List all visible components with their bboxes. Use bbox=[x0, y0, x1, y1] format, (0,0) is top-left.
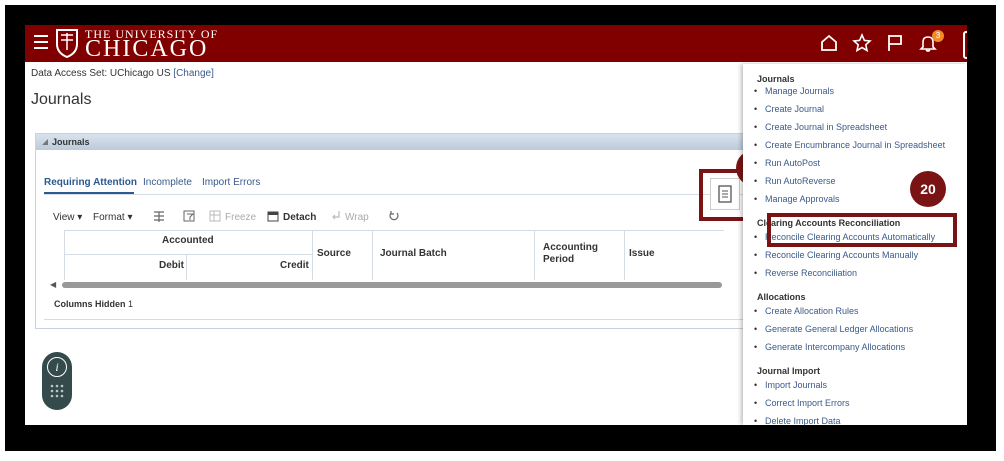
task-run-autopost[interactable]: Run AutoPost bbox=[754, 158, 820, 168]
wrap-button: Wrap bbox=[345, 212, 369, 223]
section-allocations: Allocations bbox=[757, 292, 806, 302]
detach-button[interactable]: Detach bbox=[283, 212, 316, 223]
data-access-set: Data Access Set: UChicago US [Change] bbox=[31, 68, 214, 79]
keypad-icon[interactable] bbox=[50, 384, 64, 398]
task-generate-gl-allocations[interactable]: Generate General Ledger Allocations bbox=[754, 324, 913, 334]
task-create-allocation-rules[interactable]: Create Allocation Rules bbox=[754, 306, 859, 316]
tab-import-errors[interactable]: Import Errors bbox=[202, 177, 260, 188]
grid-left-line bbox=[64, 230, 65, 280]
manage-approvals-highlight bbox=[767, 213, 957, 247]
batch-period-divider bbox=[534, 230, 535, 280]
step-20-callout: 20 bbox=[910, 171, 946, 207]
notification-count-badge: 3 bbox=[932, 30, 944, 42]
star-icon[interactable] bbox=[852, 33, 872, 53]
home-icon[interactable] bbox=[819, 33, 839, 53]
col-debit[interactable]: Debit bbox=[159, 260, 184, 271]
user-menu-button[interactable] bbox=[963, 31, 967, 59]
horizontal-scrollbar[interactable] bbox=[62, 282, 722, 288]
accounted-divider bbox=[64, 254, 312, 255]
view-menu[interactable]: View ▾ bbox=[53, 212, 82, 223]
wrap-icon bbox=[332, 211, 340, 220]
panel-header[interactable]: Journals bbox=[36, 134, 756, 150]
global-header: THE UNIVERSITY OF CHICAGO 3 bbox=[25, 25, 967, 62]
help-floating-button[interactable]: i bbox=[42, 352, 72, 410]
col-accounted: Accounted bbox=[162, 235, 214, 246]
section-journals: Journals bbox=[757, 74, 795, 84]
detach-icon[interactable] bbox=[267, 210, 279, 222]
task-reconcile-manual[interactable]: Reconcile Clearing Accounts Manually bbox=[754, 250, 918, 260]
refresh-icon[interactable] bbox=[388, 210, 400, 222]
task-delete-import-data[interactable]: Delete Import Data bbox=[754, 416, 840, 425]
format-menu[interactable]: Format ▾ bbox=[93, 212, 132, 223]
flag-icon[interactable] bbox=[885, 33, 905, 53]
freeze-button: Freeze bbox=[225, 212, 257, 223]
col-issue[interactable]: Issue bbox=[629, 248, 655, 259]
scroll-left-icon[interactable]: ◀ bbox=[50, 280, 56, 289]
tab-divider bbox=[44, 194, 744, 195]
app-screen: THE UNIVERSITY OF CHICAGO 3 Data Access … bbox=[25, 25, 967, 425]
collapse-triangle-icon[interactable] bbox=[42, 139, 48, 145]
screenshot-frame: THE UNIVERSITY OF CHICAGO 3 Data Access … bbox=[0, 0, 1004, 461]
task-reverse-reconciliation[interactable]: Reverse Reconciliation bbox=[754, 268, 857, 278]
tab-requiring-attention[interactable]: Requiring Attention bbox=[44, 177, 137, 188]
col-credit[interactable]: Credit bbox=[280, 260, 309, 271]
source-batch-divider bbox=[372, 230, 373, 280]
university-shield-icon bbox=[56, 29, 78, 58]
hamburger-menu-icon[interactable] bbox=[34, 35, 48, 51]
columns-hidden: Columns Hidden 1 bbox=[54, 299, 133, 309]
journals-panel: Journals Requiring Attention Incomplete … bbox=[35, 133, 757, 329]
task-import-journals[interactable]: Import Journals bbox=[754, 380, 827, 390]
task-generate-intercompany-allocations[interactable]: Generate Intercompany Allocations bbox=[754, 342, 905, 352]
data-access-label: Data Access Set: UChicago US bbox=[31, 68, 171, 79]
page-title: Journals bbox=[31, 91, 92, 108]
info-icon[interactable]: i bbox=[47, 357, 67, 377]
col-accounting-period-line1[interactable]: Accounting bbox=[543, 242, 598, 253]
tab-incomplete[interactable]: Incomplete bbox=[143, 177, 192, 188]
panel-title: Journals bbox=[52, 137, 90, 147]
task-create-journal[interactable]: Create Journal bbox=[754, 104, 824, 114]
columns-hidden-label: Columns Hidden bbox=[54, 299, 126, 309]
task-create-encumbrance-journal[interactable]: Create Encumbrance Journal in Spreadshee… bbox=[754, 140, 945, 150]
grid-top-line bbox=[64, 230, 724, 231]
period-issue-divider bbox=[624, 230, 625, 280]
task-manage-journals[interactable]: Manage Journals bbox=[754, 86, 834, 96]
filter-icon[interactable] bbox=[183, 210, 195, 222]
section-journal-import: Journal Import bbox=[757, 366, 821, 376]
task-manage-approvals[interactable]: Manage Approvals bbox=[754, 194, 839, 204]
columns-hidden-count: 1 bbox=[128, 299, 134, 309]
task-run-autoreverse[interactable]: Run AutoReverse bbox=[754, 176, 835, 186]
panel-footer-line bbox=[44, 319, 744, 320]
col-journal-batch[interactable]: Journal Batch bbox=[380, 248, 447, 259]
task-create-journal-spreadsheet[interactable]: Create Journal in Spreadsheet bbox=[754, 122, 887, 132]
col-source[interactable]: Source bbox=[317, 248, 351, 259]
col-accounting-period-line2[interactable]: Period bbox=[543, 254, 574, 265]
freeze-columns-icon[interactable] bbox=[153, 210, 165, 222]
change-link[interactable]: [Change] bbox=[173, 68, 214, 79]
freeze-icon bbox=[209, 210, 221, 222]
debit-credit-divider bbox=[186, 254, 187, 280]
logo-main-text: CHICAGO bbox=[85, 36, 209, 62]
credit-source-divider bbox=[312, 230, 313, 280]
task-correct-import-errors[interactable]: Correct Import Errors bbox=[754, 398, 849, 408]
